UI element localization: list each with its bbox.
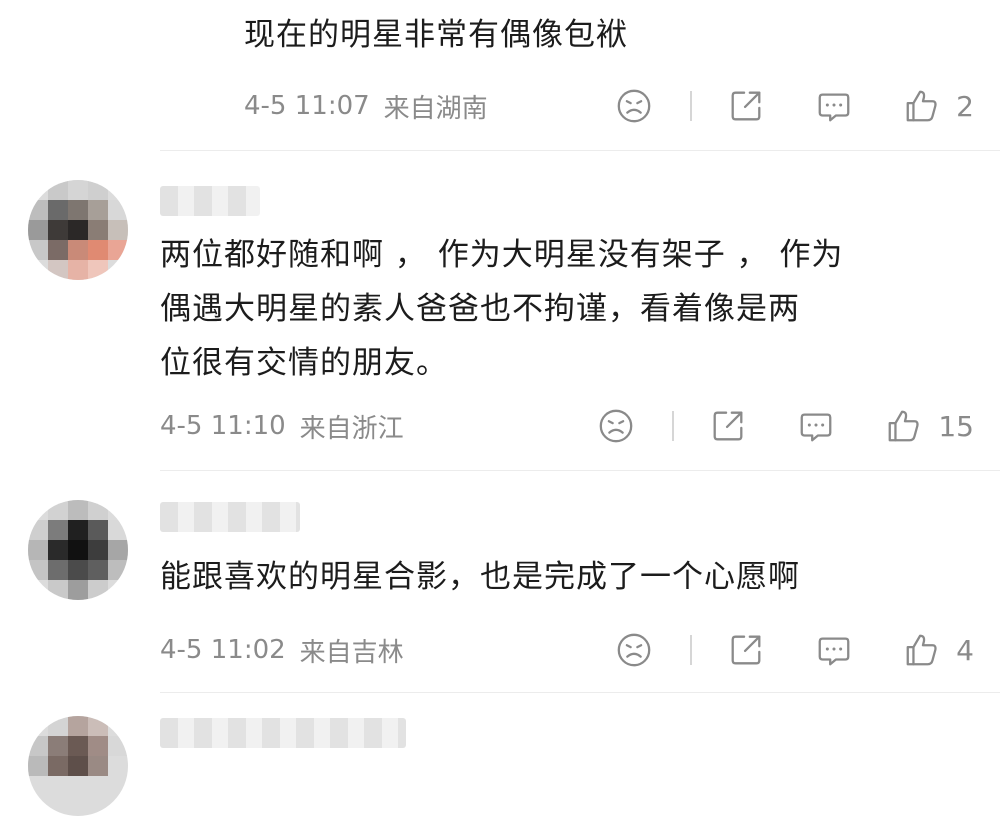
- username-blurred[interactable]: [160, 718, 406, 748]
- frown-face-icon: [600, 409, 633, 443]
- comment-text: 现在的明星非常有偶像包袱: [244, 8, 628, 62]
- thumbs-up-icon: [906, 634, 937, 666]
- share-icon: [713, 411, 743, 441]
- comment-text-line: 偶遇大明星的素人爸爸也不拘谨，看着像是两: [160, 291, 800, 327]
- dislike-button[interactable]: [596, 406, 636, 446]
- like-icon-wrap: [902, 630, 942, 670]
- comment-bubble-icon: [818, 637, 850, 666]
- avatar[interactable]: [28, 180, 128, 280]
- share-button[interactable]: [726, 86, 766, 126]
- comment-time: 4-5 11:02: [160, 635, 286, 665]
- comment-divider: [160, 692, 1000, 693]
- reply-button[interactable]: [814, 630, 854, 670]
- like-button[interactable]: 4: [902, 630, 974, 670]
- reply-button[interactable]: [814, 86, 854, 126]
- thumbs-up-icon: [906, 90, 937, 122]
- username-blurred[interactable]: [160, 186, 260, 216]
- comment-divider: [160, 150, 1000, 151]
- comment-time: 4-5 11:07: [244, 91, 370, 121]
- share-button[interactable]: [708, 406, 748, 446]
- avatar[interactable]: [28, 500, 128, 600]
- comment-text-line: 能跟喜欢的明星合影，也是完成了一个心愿啊: [160, 559, 800, 595]
- comment-location: 来自浙江: [299, 413, 404, 444]
- comment-text: 两位都好随和啊 ， 作为大明星没有架子 ， 作为 偶遇大明星的素人爸爸也不拘谨，…: [160, 228, 843, 390]
- comment-text-line: 两位都好随和啊 ， 作为大明星没有架子 ， 作为: [160, 237, 844, 273]
- comment-clock: 11:10: [210, 411, 286, 441]
- like-icon-wrap: [902, 86, 942, 126]
- dislike-button[interactable]: [614, 630, 654, 670]
- frown-face-icon: [617, 89, 651, 123]
- comment-bubble-icon: [818, 93, 850, 122]
- comment-meta: 4-5 11:02 来自吉林: [160, 630, 404, 670]
- share-icon: [731, 91, 761, 121]
- like-icon-wrap: [884, 406, 924, 446]
- like-count: 15: [938, 409, 974, 443]
- action-separator: [690, 91, 693, 121]
- comment-actions: 15: [596, 406, 974, 446]
- share-icon: [731, 635, 761, 665]
- comment-bubble-icon: [800, 413, 832, 442]
- reply-button[interactable]: [796, 406, 836, 446]
- like-button[interactable]: 2: [902, 86, 974, 126]
- comment-clock: 11:07: [294, 91, 370, 121]
- comment-date: 4-5: [160, 635, 203, 665]
- comment-location: 来自吉林: [299, 637, 404, 668]
- comment-clock: 11:02: [210, 635, 286, 665]
- comment-actions: 4: [614, 630, 974, 670]
- comment-actions: 2: [614, 86, 974, 126]
- action-separator: [672, 411, 675, 441]
- comment-date: 4-5: [160, 411, 203, 441]
- comment-text-line: 现在的明星非常有偶像包袱: [244, 17, 628, 53]
- frown-face-icon: [617, 633, 651, 667]
- comment-location: 来自湖南: [383, 93, 488, 124]
- comment-text: 能跟喜欢的明星合影，也是完成了一个心愿啊: [160, 550, 800, 604]
- comment-text-line: 位很有交情的朋友。: [160, 345, 448, 381]
- username-blurred[interactable]: [160, 502, 300, 532]
- thumbs-up-icon: [888, 410, 919, 442]
- comment-date: 4-5: [244, 91, 287, 121]
- comment-meta: 4-5 11:07 来自湖南: [244, 86, 488, 126]
- comment-time: 4-5 11:10: [160, 411, 286, 441]
- comment-meta: 4-5 11:10 来自浙江: [160, 406, 404, 446]
- like-count: 2: [956, 89, 974, 123]
- action-separator: [690, 635, 693, 665]
- avatar[interactable]: [28, 716, 128, 816]
- dislike-button[interactable]: [614, 86, 654, 126]
- comment-divider: [160, 470, 1000, 471]
- share-button[interactable]: [726, 630, 766, 670]
- like-button[interactable]: 15: [884, 406, 974, 446]
- like-count: 4: [956, 633, 974, 667]
